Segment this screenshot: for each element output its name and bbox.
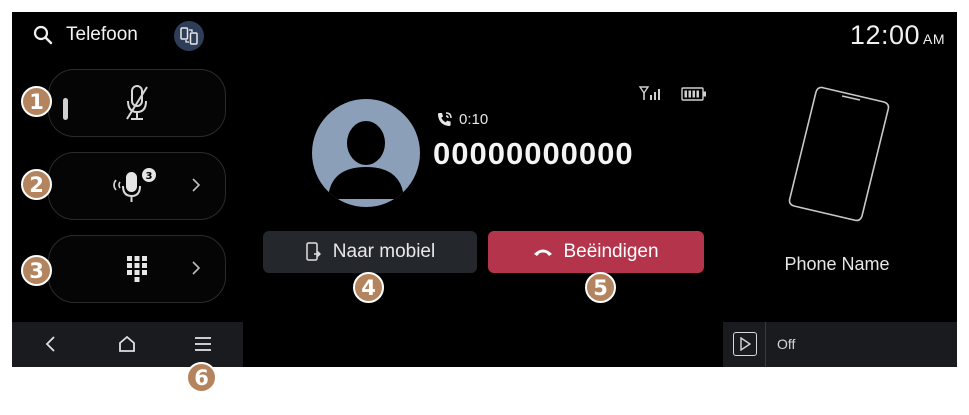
callout-badge-5: 5 (585, 272, 616, 303)
contact-avatar (312, 99, 420, 207)
transfer-to-mobile-button[interactable]: Naar mobiel (263, 231, 477, 273)
device-name: Phone Name (784, 254, 890, 274)
callout-badge-4: 4 (353, 272, 384, 303)
call-duration-value: 0:10 (459, 111, 489, 128)
chevron-right-icon (192, 178, 201, 192)
smartphone-icon (788, 86, 890, 222)
mute-microphone-button[interactable] (48, 69, 226, 137)
phone-number: 00000000000 (433, 136, 634, 171)
switch-phone-icon (180, 27, 198, 45)
transfer-to-mobile-label: Naar mobiel (332, 241, 436, 262)
end-call-label: Beëindigen (563, 241, 659, 262)
bottom-nav-bar (12, 322, 243, 367)
callout-badge-3: 3 (21, 255, 52, 286)
media-play-button[interactable] (733, 332, 757, 356)
back-icon[interactable] (39, 332, 63, 356)
home-icon[interactable] (115, 332, 139, 356)
clock: 12:00 AM (850, 20, 945, 51)
active-call-icon (438, 112, 452, 126)
menu-icon[interactable] (191, 332, 215, 356)
phone-call-screen: Telefoon 12:00 AM 3 0:10 00000000000 Naa… (12, 12, 957, 367)
divider (765, 322, 766, 367)
scroll-indicator[interactable] (63, 98, 68, 120)
media-status: Off (777, 336, 796, 352)
app-title: Telefoon (66, 24, 138, 45)
dial-pad-button[interactable] (48, 235, 226, 303)
signal-strength-icon (638, 86, 660, 100)
battery-icon (681, 87, 706, 101)
callout-badge-1: 1 (21, 86, 52, 117)
media-bar: Off (723, 322, 957, 367)
end-call-button[interactable]: Beëindigen (488, 231, 704, 273)
callout-badge-2: 2 (21, 169, 52, 200)
voice-recognition-button[interactable]: 3 (48, 152, 226, 220)
mic-muted-icon (126, 85, 148, 120)
hang-up-icon (534, 249, 553, 256)
voice-count-label: 3 (146, 171, 153, 182)
clock-ampm: AM (923, 31, 945, 47)
keypad-icon (127, 256, 147, 282)
chevron-right-icon (192, 261, 201, 275)
phone-transfer-icon (306, 242, 321, 261)
callout-badge-6: 6 (186, 362, 217, 393)
microphone-icon: 3 (113, 168, 156, 202)
play-icon (740, 337, 751, 351)
call-duration: 0:10 (436, 111, 488, 128)
person-icon (328, 121, 404, 199)
clock-time: 12:00 (849, 20, 920, 50)
search-icon[interactable] (32, 24, 54, 46)
switch-phone-button[interactable] (174, 21, 204, 51)
